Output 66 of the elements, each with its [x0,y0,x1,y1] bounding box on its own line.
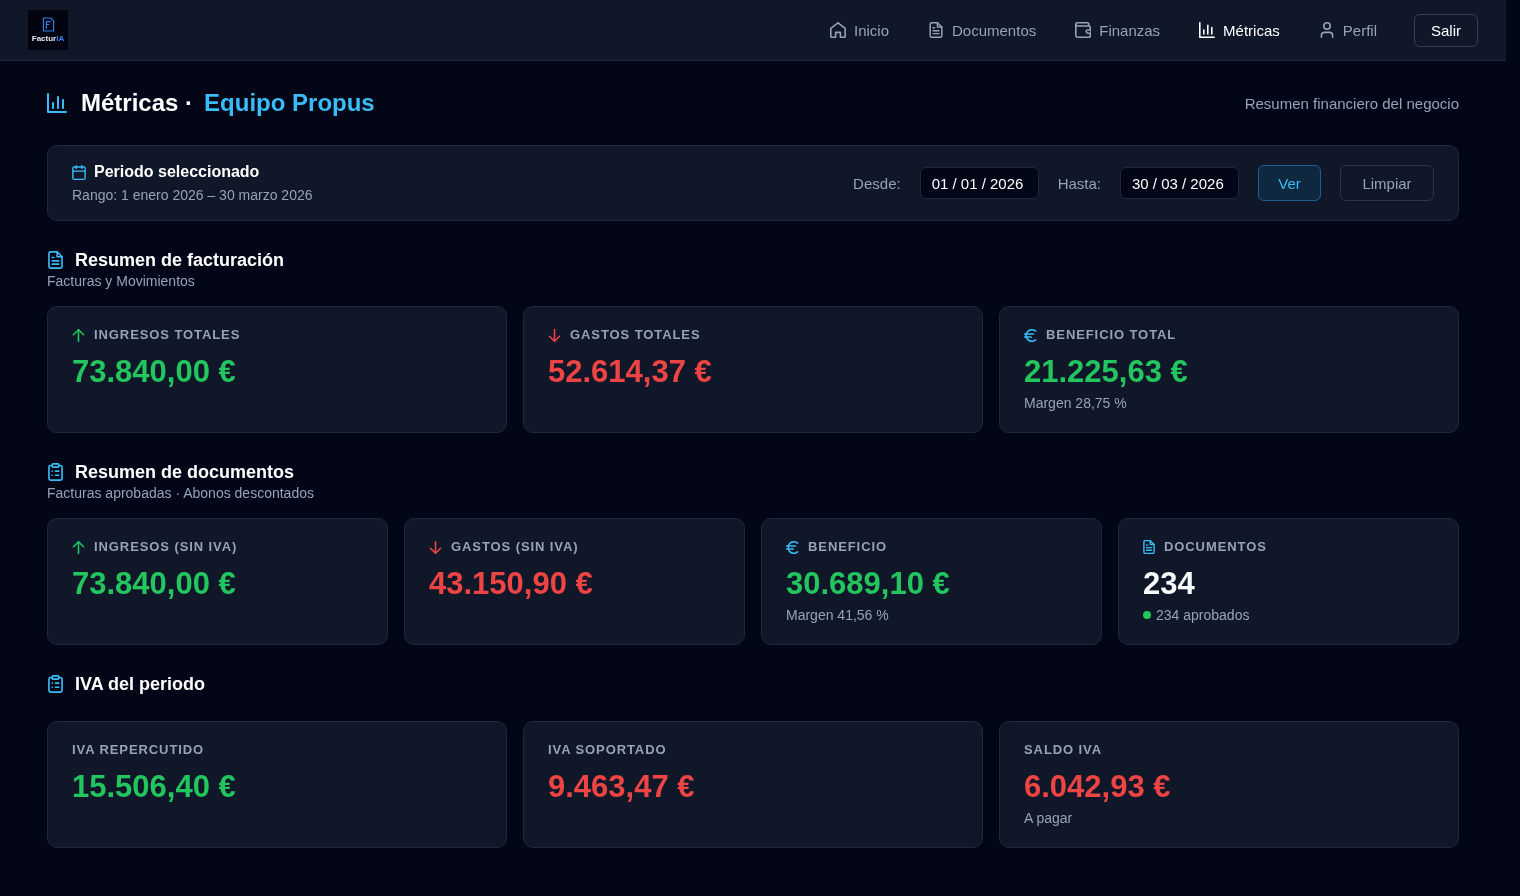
section-title: Resumen de facturación [75,249,285,271]
metric-label: INGRESOS TOTALES [94,327,241,343]
metric-note: Margen 28,75 % [1024,394,1127,412]
metric-label: IVA SOPORTADO [548,742,667,758]
logo-text: FacturIA [31,34,65,43]
metric-label: BENEFICIO TOTAL [1046,327,1177,343]
user-icon [1318,22,1335,38]
page-subtitle: Resumen financiero del negocio [1244,94,1459,112]
apply-button[interactable]: Ver [1258,165,1321,201]
nav-link[interactable]: Finanzas [1067,15,1169,45]
logout-button[interactable]: Salir [1414,13,1478,47]
metric-value: 15.506,40 € [72,769,236,805]
bar-chart-icon [47,93,67,113]
metric-value: 73.840,00 € [72,354,236,390]
team-name: Equipo Propus [204,88,375,118]
arrow-up-icon [72,540,85,554]
section-title: Resumen de documentos [75,461,295,483]
date-field[interactable]: 01 / 01 / 2026 [919,167,1039,199]
section-subtitle: Facturas y Movimientos [47,272,195,290]
section-subtitle: Facturas aprobadas · Abonos descontados [47,484,314,502]
arrow-up-icon [72,328,85,342]
section-title: IVA del periodo [75,673,205,695]
metric-label: GASTOS TOTALES [570,327,701,343]
document-icon [928,22,944,38]
metric-value: 43.150,90 € [429,566,593,602]
metric-note: Margen 41,56 % [786,606,889,624]
to-label: Hasta: [1057,174,1101,192]
metric-label: SALDO IVA [1024,742,1102,758]
arrow-down-icon [548,328,561,342]
clipboard-list-icon [48,675,63,693]
metric-note: A pagar [1024,809,1073,827]
metric-value: 52.614,37 € [548,354,712,390]
clear-button[interactable]: Limpiar [1340,165,1434,201]
metric-label: INGRESOS (SIN IVA) [94,539,238,555]
metric-label: IVA REPERCUTIDO [72,742,205,758]
metric-value: 73.840,00 € [72,566,236,602]
metric-value: 21.225,63 € [1024,354,1188,390]
euro-icon [1024,328,1037,342]
page-title: Métricas · [81,88,194,118]
metric-value: 234 [1143,566,1195,602]
metric-value: 30.689,10 € [786,566,950,602]
nav-link[interactable]: Perfil [1310,15,1385,45]
app-logo[interactable]: FacturIA [28,10,68,50]
nav-link[interactable]: Documentos [920,15,1045,45]
from-label: Desde: [853,174,901,192]
metric-label: DOCUMENTOS [1164,539,1267,555]
document-logo-icon [41,17,55,32]
metric-note: 234 aprobados [1156,606,1250,624]
clipboard-list-icon [48,463,63,481]
nav-link[interactable]: Inicio [822,15,897,45]
metric-value: 9.463,47 € [548,769,695,805]
euro-icon [786,540,799,554]
date-field[interactable]: 30 / 03 / 2026 [1120,167,1239,199]
period-title: Periodo seleccionado [94,162,260,182]
metric-label: BENEFICIO [808,539,887,555]
period-range: Rango: 1 enero 2026 – 30 marzo 2026 [72,186,313,204]
calendar-icon [72,164,86,180]
bar-chart-icon [1199,22,1216,38]
metric-value: 6.042,93 € [1024,769,1171,805]
metric-label: GASTOS (SIN IVA) [451,539,579,555]
document-icon [48,251,63,269]
nav-link[interactable]: Métricas [1191,15,1288,45]
wallet-icon [1075,22,1092,38]
document-icon [1143,540,1155,554]
arrow-down-icon [429,540,442,554]
home-icon [830,22,846,38]
